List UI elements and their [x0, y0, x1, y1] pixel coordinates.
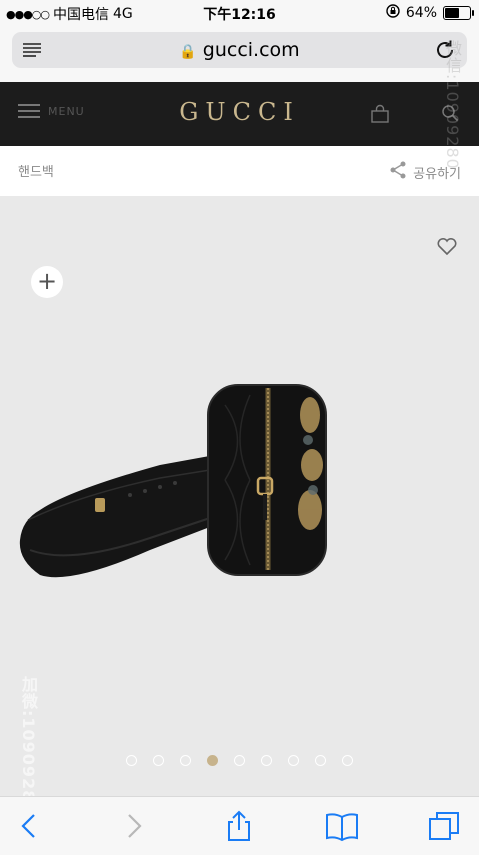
image-carousel-indicator — [0, 755, 479, 766]
carousel-dot[interactable] — [342, 755, 353, 766]
product-image-belt-bag[interactable] — [10, 370, 340, 604]
gucci-logo[interactable]: GUCCI — [0, 98, 479, 126]
battery-icon — [443, 6, 474, 20]
carousel-dot[interactable] — [234, 755, 245, 766]
carousel-dot[interactable] — [180, 755, 191, 766]
breadcrumb[interactable]: 핸드백 — [18, 161, 54, 180]
browser-toolbar — [0, 796, 479, 855]
watermark-right: 微信:10909280 — [443, 40, 462, 170]
carousel-dot[interactable] — [207, 755, 218, 766]
share-icon — [389, 161, 407, 183]
carousel-dot[interactable] — [315, 755, 326, 766]
browser-address-bar: 🔒 gucci.com — [0, 26, 479, 82]
bookmarks-icon[interactable] — [325, 809, 359, 843]
shopping-bag-icon[interactable] — [370, 104, 390, 128]
rotation-lock-icon — [386, 4, 400, 22]
lock-icon: 🔒 — [179, 44, 197, 60]
carousel-dot[interactable] — [153, 755, 164, 766]
forward-arrow-icon[interactable] — [117, 809, 151, 843]
status-bar: ●●●○○ 中国电信 4G 下午12:16 64% — [0, 0, 479, 26]
zoom-plus-button[interactable]: + — [31, 266, 63, 298]
battery-percent: 64% — [405, 5, 437, 21]
carousel-dot[interactable] — [288, 755, 299, 766]
heart-icon[interactable] — [436, 236, 458, 260]
sub-navigation: 핸드백 공유하기 — [0, 146, 479, 196]
carousel-dot[interactable] — [126, 755, 137, 766]
share-sheet-icon[interactable] — [222, 809, 256, 843]
url-text: gucci.com — [202, 39, 300, 61]
url-field[interactable]: 🔒 gucci.com — [12, 32, 467, 68]
carousel-dot[interactable] — [261, 755, 272, 766]
watermark-left: 加微:10909280 — [19, 676, 38, 815]
site-header: MENU GUCCI — [0, 82, 479, 146]
tabs-icon[interactable] — [428, 809, 462, 843]
back-arrow-icon[interactable] — [12, 809, 46, 843]
